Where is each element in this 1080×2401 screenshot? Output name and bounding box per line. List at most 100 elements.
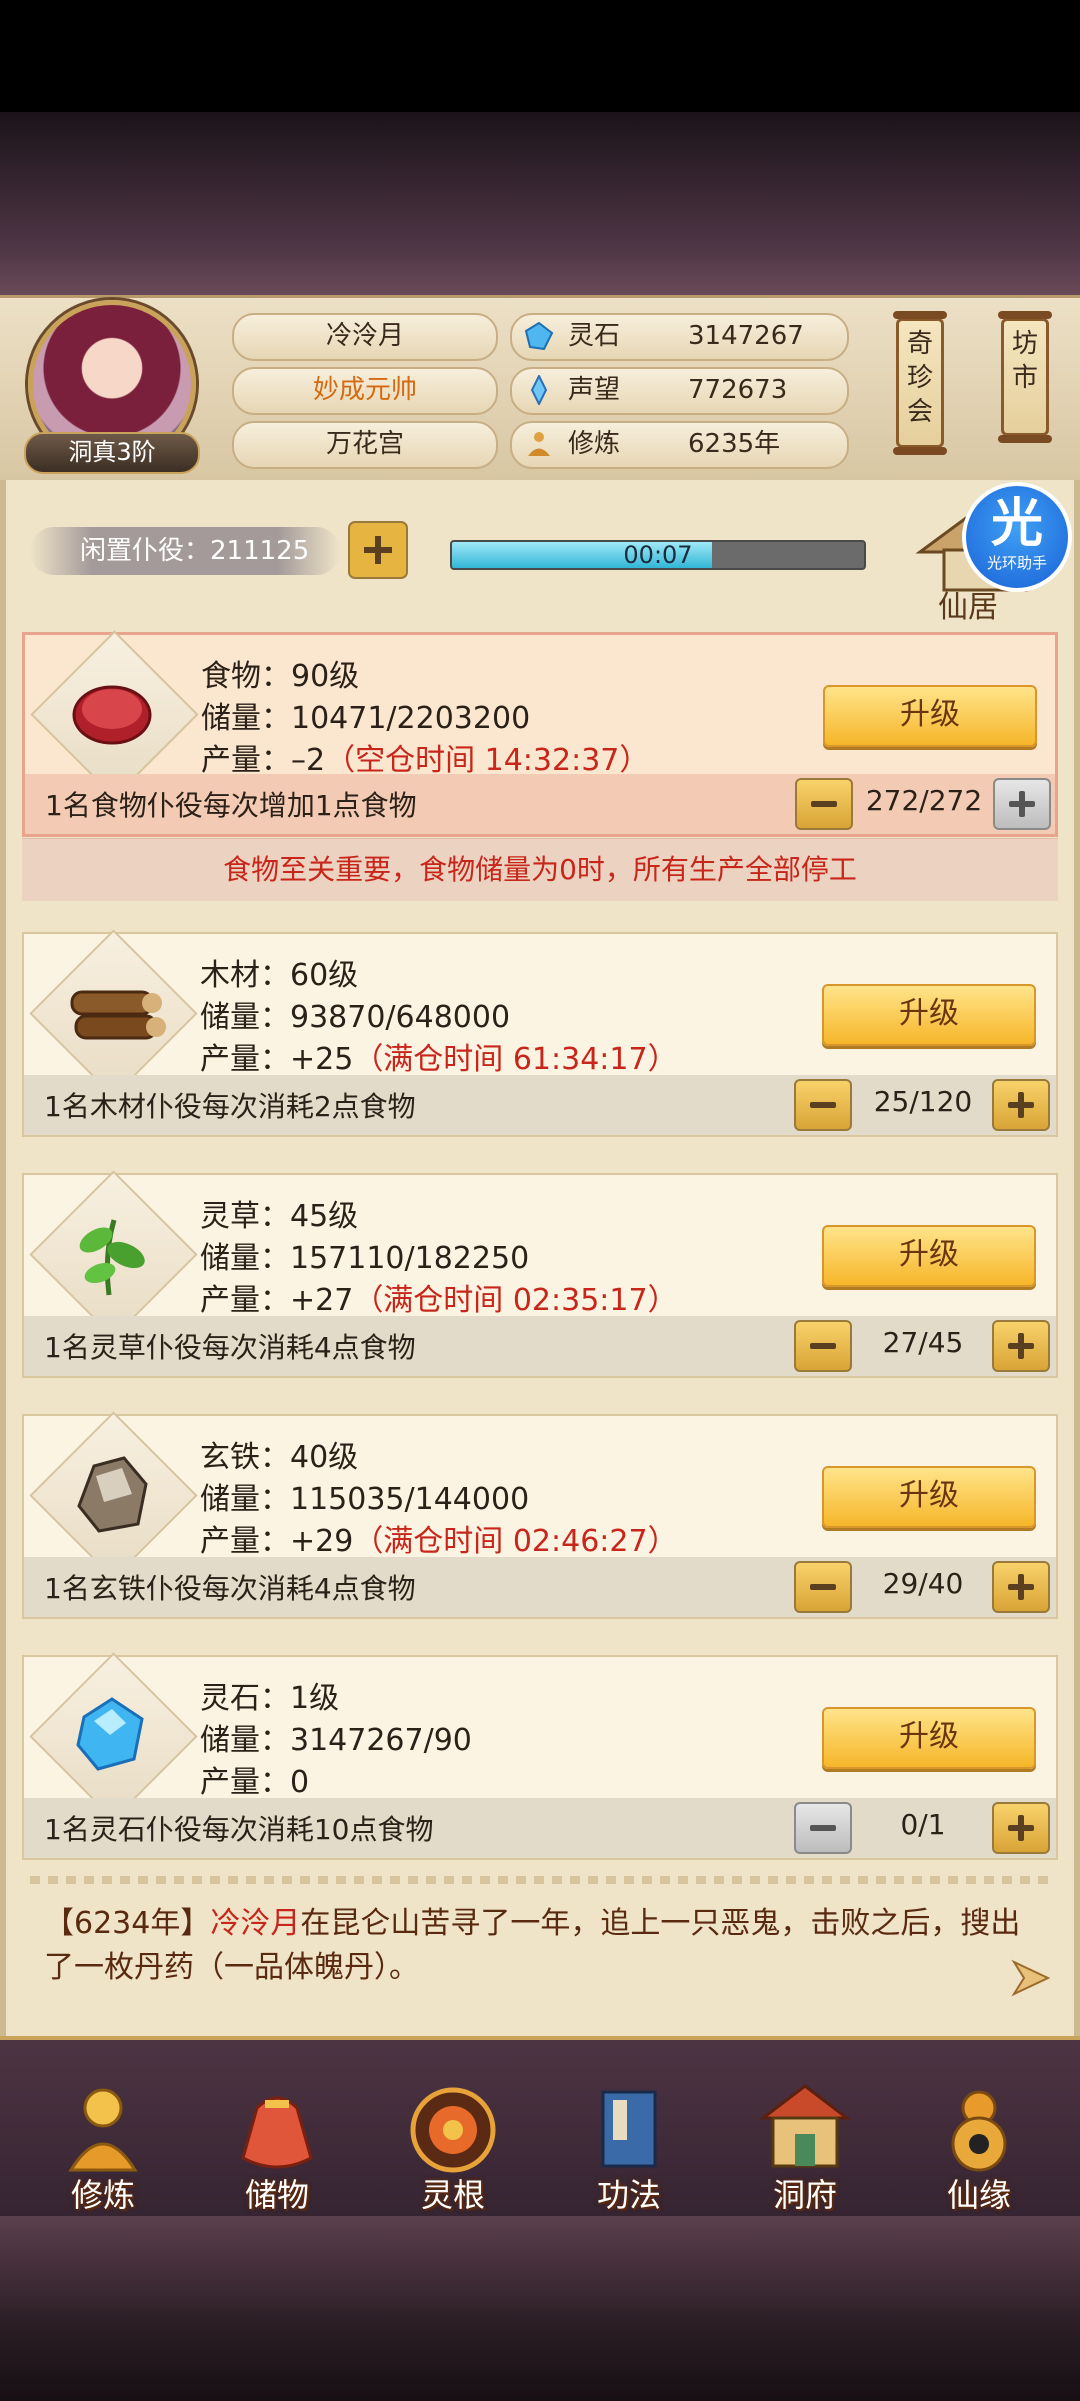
remove-servant-button[interactable] [794,1079,852,1131]
resource-storage: 储量：115035/144000 [200,1482,530,1517]
resource-storage: 储量：157110/182250 [200,1241,530,1276]
log-character: 冷泠月 [210,1906,301,1941]
plus-icon [348,521,408,579]
idle-servants: 闲置仆役：211125 [30,527,340,575]
servant-row: 1名玄铁仆役每次消耗4点食物 29/40 [24,1557,1056,1617]
storage-bag-icon [241,2096,313,2169]
output-timer: （空仓时间 14:32:37） [325,743,650,778]
output-timer: （满仓时间 61:34:17） [353,1042,678,1077]
nav-spirit-root[interactable]: 灵根 [378,2068,528,2218]
helper-logo: 光 [990,494,1043,554]
treasure-fair-label: 奇 珍 会 [906,329,933,427]
resource-level: 灵草：45级 [200,1199,359,1234]
next-arrow-icon[interactable] [1008,1958,1054,1998]
resource-card-iron: 玄铁：40级 储量：115035/144000 产量：+29（满仓时间 02:4… [22,1411,1058,1619]
servant-count: 27/45 [882,1326,964,1359]
resource-level: 玄铁：40级 [200,1440,359,1475]
nav-label: 仙缘 [946,2176,1011,2214]
add-servant-button[interactable] [992,1079,1050,1131]
nav-cave-mansion[interactable]: 洞府 [730,2068,880,2218]
servant-count: 0/1 [900,1808,946,1841]
herb-icon [79,1219,145,1296]
manual-book-icon [601,2090,657,2168]
cultivator-icon [68,2088,138,2172]
remove-servant-button[interactable] [795,778,853,830]
output-value: 产量：+29 [200,1524,354,1559]
add-servant-button[interactable] [993,778,1051,830]
status-bar [0,0,1080,112]
servant-row: 1名食物仆役每次增加1点食物 272/272 [25,774,1055,834]
add-servant-button[interactable] [348,521,408,579]
add-servant-button[interactable] [992,1320,1050,1372]
servant-count: 29/40 [882,1567,964,1600]
stat-label: 声望 [568,375,621,405]
remove-servant-button[interactable] [794,1802,852,1854]
add-servant-button[interactable] [992,1802,1050,1854]
resource-output: 产量：+25（满仓时间 61:34:17） [200,1034,678,1078]
servant-description: 1名灵草仆役每次消耗4点食物 [44,1331,416,1364]
upgrade-button[interactable]: 升级 [823,685,1037,747]
top-backdrop [0,112,1080,297]
nav-fate[interactable]: 仙缘 [904,2068,1054,2218]
treasure-fair-button[interactable]: 奇 珍 会 [893,311,947,455]
cultivation-icon [528,432,550,456]
player-title: 妙成元帅 [232,367,498,415]
market-button[interactable]: 坊 市 [998,311,1052,443]
resource-card-wood: 木材：60级 储量：93870/648000 产量：+25（满仓时间 61:34… [22,929,1058,1137]
resource-output: 产量：–2（空仓时间 14:32:37） [201,735,649,779]
resource-output: 产量：0 [200,1757,309,1801]
stat-value: 6235年 [688,429,781,459]
resource-card-food: 食物：90级 储量：10471/2203200 产量：–2（空仓时间 14:32… [22,630,1058,837]
stat-label: 修炼 [568,429,621,459]
remove-servant-button[interactable] [794,1320,852,1372]
player-name: 冷泠月 [232,313,498,361]
output-value: 产量：+27 [200,1283,354,1318]
nav-label: 灵根 [420,2176,485,2214]
timer-text: 00:07 [623,541,693,569]
output-value: 产量：–2 [201,743,326,778]
upgrade-button[interactable]: 升级 [822,1225,1036,1287]
nav-techniques[interactable]: 功法 [554,2068,704,2218]
resource-card-spirit-stone: 灵石：1级 储量：3147267/90 产量：0 升级 1名灵石仆役每次消耗10… [22,1652,1058,1860]
servant-count: 272/272 [865,784,983,817]
servant-description: 1名玄铁仆役每次消耗4点食物 [44,1572,416,1605]
nav-label: 储物 [244,2176,309,2214]
upgrade-button[interactable]: 升级 [822,984,1036,1046]
servant-row: 1名灵草仆役每次消耗4点食物 27/45 [24,1316,1056,1376]
nav-storage[interactable]: 储物 [202,2068,352,2218]
stat-value: 3147267 [688,321,804,351]
food-warning: 食物至关重要，食物储量为0时，所有生产全部停工 [22,838,1058,901]
gourd-icon [951,2090,1007,2172]
stat-prestige: 声望 772673 [510,367,849,415]
servant-count: 25/120 [873,1085,973,1118]
upgrade-button[interactable]: 升级 [822,1707,1036,1769]
event-log: 【6234年】冷泠月在昆仑山苦寻了一年，追上一只恶鬼，击败之后，搜出了一枚丹药（… [44,1902,1044,1990]
output-value: 产量：0 [200,1765,310,1800]
output-timer: （满仓时间 02:46:27） [353,1524,678,1559]
nav-label: 洞府 [772,2176,837,2214]
remove-servant-button[interactable] [794,1561,852,1613]
resource-storage: 储量：93870/648000 [200,1000,511,1035]
spirit-root-icon [410,2087,496,2173]
servant-row: 1名木材仆役每次消耗2点食物 25/120 [24,1075,1056,1135]
servant-description: 1名灵石仆役每次消耗10点食物 [44,1813,434,1846]
stat-spirit-stone: 灵石 3147267 [510,313,849,361]
bottom-backdrop [0,2216,1080,2401]
resource-output: 产量：+29（满仓时间 02:46:27） [200,1516,678,1560]
servant-description: 1名食物仆役每次增加1点食物 [45,789,417,822]
servant-row: 1名灵石仆役每次消耗10点食物 0/1 [24,1798,1056,1858]
nav-cultivate[interactable]: 修炼 [28,2068,178,2218]
spirit-crystal-icon [76,1697,144,1771]
prestige-icon [530,375,548,405]
resource-output: 产量：+27（满仓时间 02:35:17） [200,1275,678,1319]
add-servant-button[interactable] [992,1561,1050,1613]
resource-level: 木材：60级 [200,958,359,993]
output-timer: （满仓时间 02:35:17） [353,1283,678,1318]
spirit-stone-icon [524,321,554,351]
resource-storage: 储量：10471/2203200 [201,701,531,736]
upgrade-button[interactable]: 升级 [822,1466,1036,1528]
helper-assistant-button[interactable]: 光 光环助手 [962,482,1072,592]
meat-icon [72,685,152,745]
player-rank: 洞真3阶 [24,432,200,474]
market-label: 坊 市 [1011,329,1038,393]
